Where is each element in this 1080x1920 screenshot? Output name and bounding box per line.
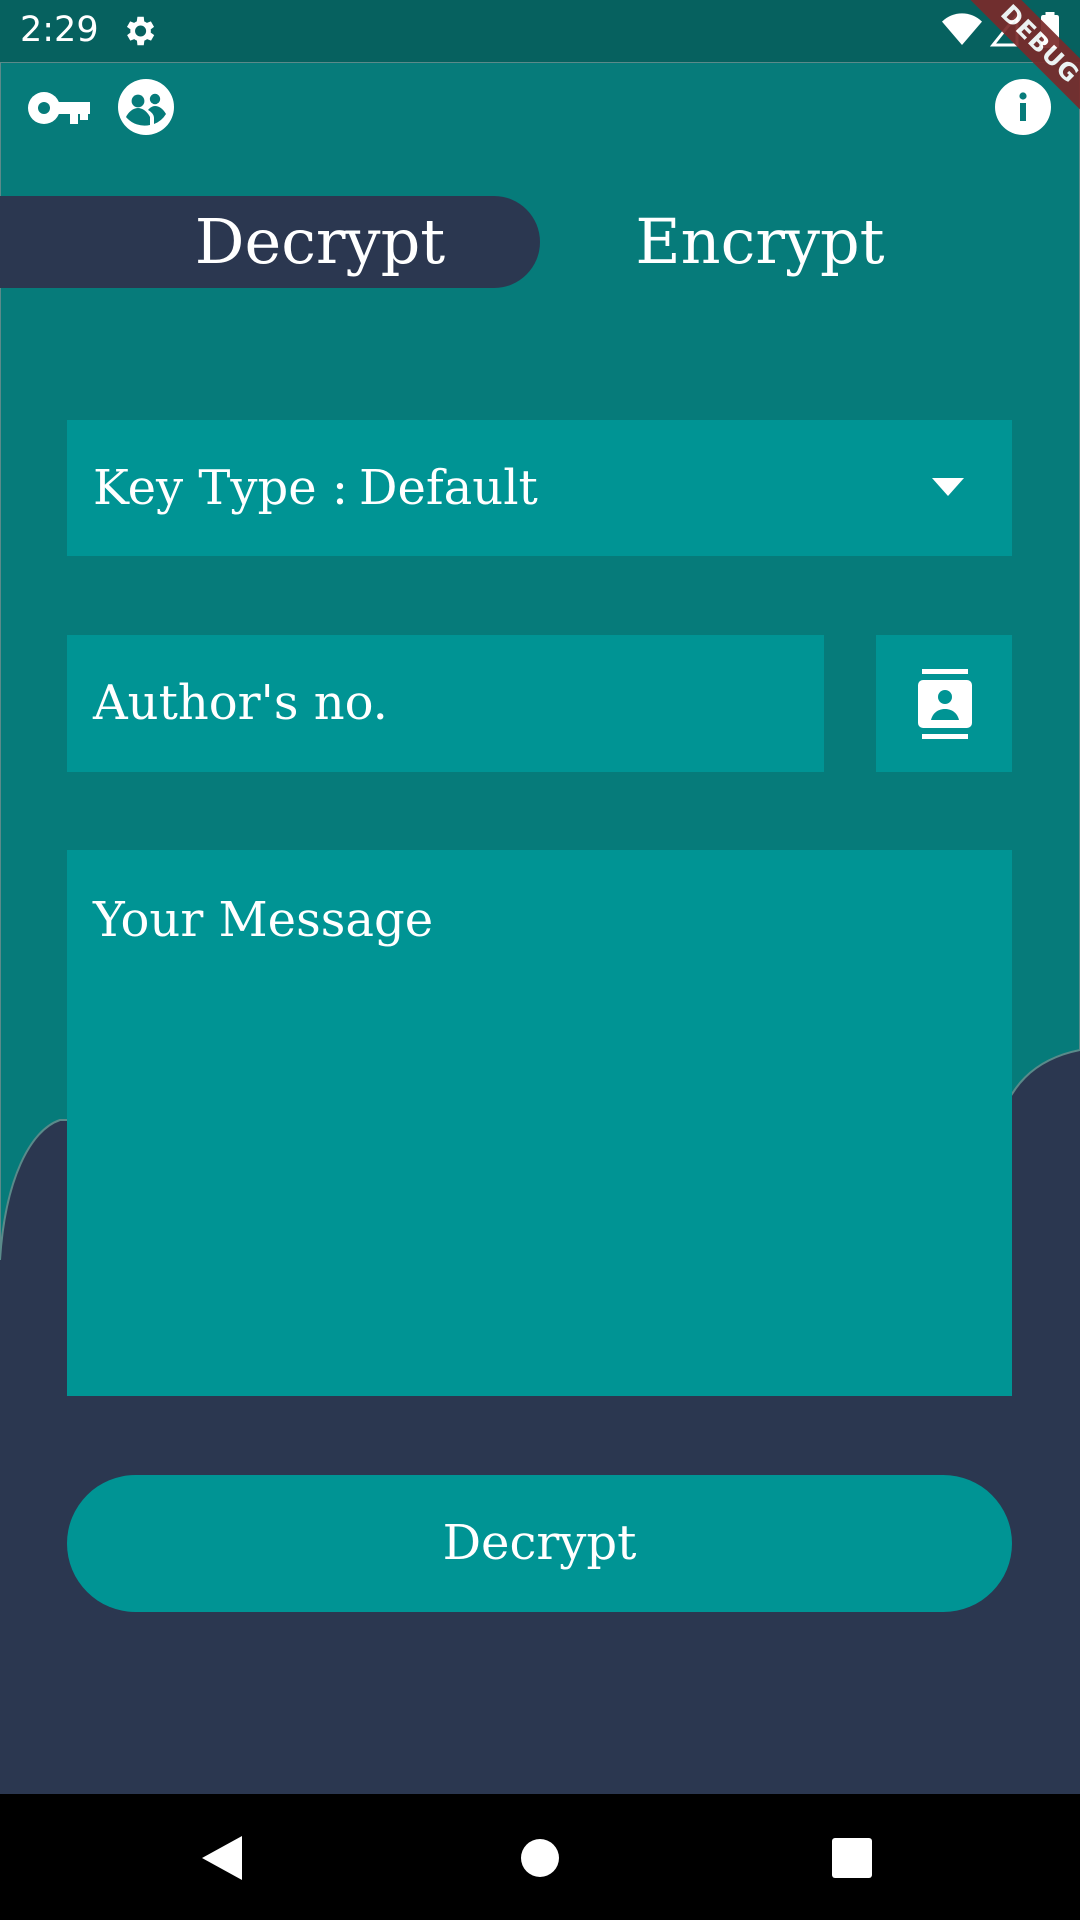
status-bar: 2:29 (0, 0, 1080, 62)
contacts-button[interactable] (876, 635, 1012, 772)
home-icon[interactable] (520, 1838, 560, 1878)
back-icon[interactable] (202, 1834, 246, 1882)
key-type-label: Key Type : (93, 460, 349, 516)
contacts-icon (918, 669, 972, 739)
decrypt-button[interactable]: Decrypt (67, 1475, 1012, 1612)
key-type-value: Default (359, 460, 538, 516)
group-icon[interactable] (118, 79, 174, 135)
tab-bar: Decrypt Encrypt (0, 196, 1080, 290)
dropdown-arrow-icon (932, 478, 964, 496)
author-number-placeholder: Author's no. (93, 675, 388, 731)
recents-icon[interactable] (832, 1838, 872, 1878)
key-icon[interactable] (26, 84, 90, 132)
settings-icon (126, 16, 155, 46)
tab-encrypt[interactable]: Encrypt (540, 196, 980, 288)
message-placeholder: Your Message (93, 892, 434, 948)
app-screen: 2:29 DEBUG Decrypt Encrypt Key Type: De… (0, 0, 1080, 1920)
author-number-input[interactable]: Author's no. (67, 635, 824, 772)
navigation-bar (0, 1794, 1080, 1920)
key-type-dropdown[interactable]: Key Type : Default (67, 420, 1012, 556)
status-time: 2:29 (20, 10, 99, 50)
wifi-icon (942, 13, 982, 45)
info-icon[interactable] (995, 79, 1051, 135)
message-textarea[interactable]: Your Message (67, 850, 1012, 1396)
